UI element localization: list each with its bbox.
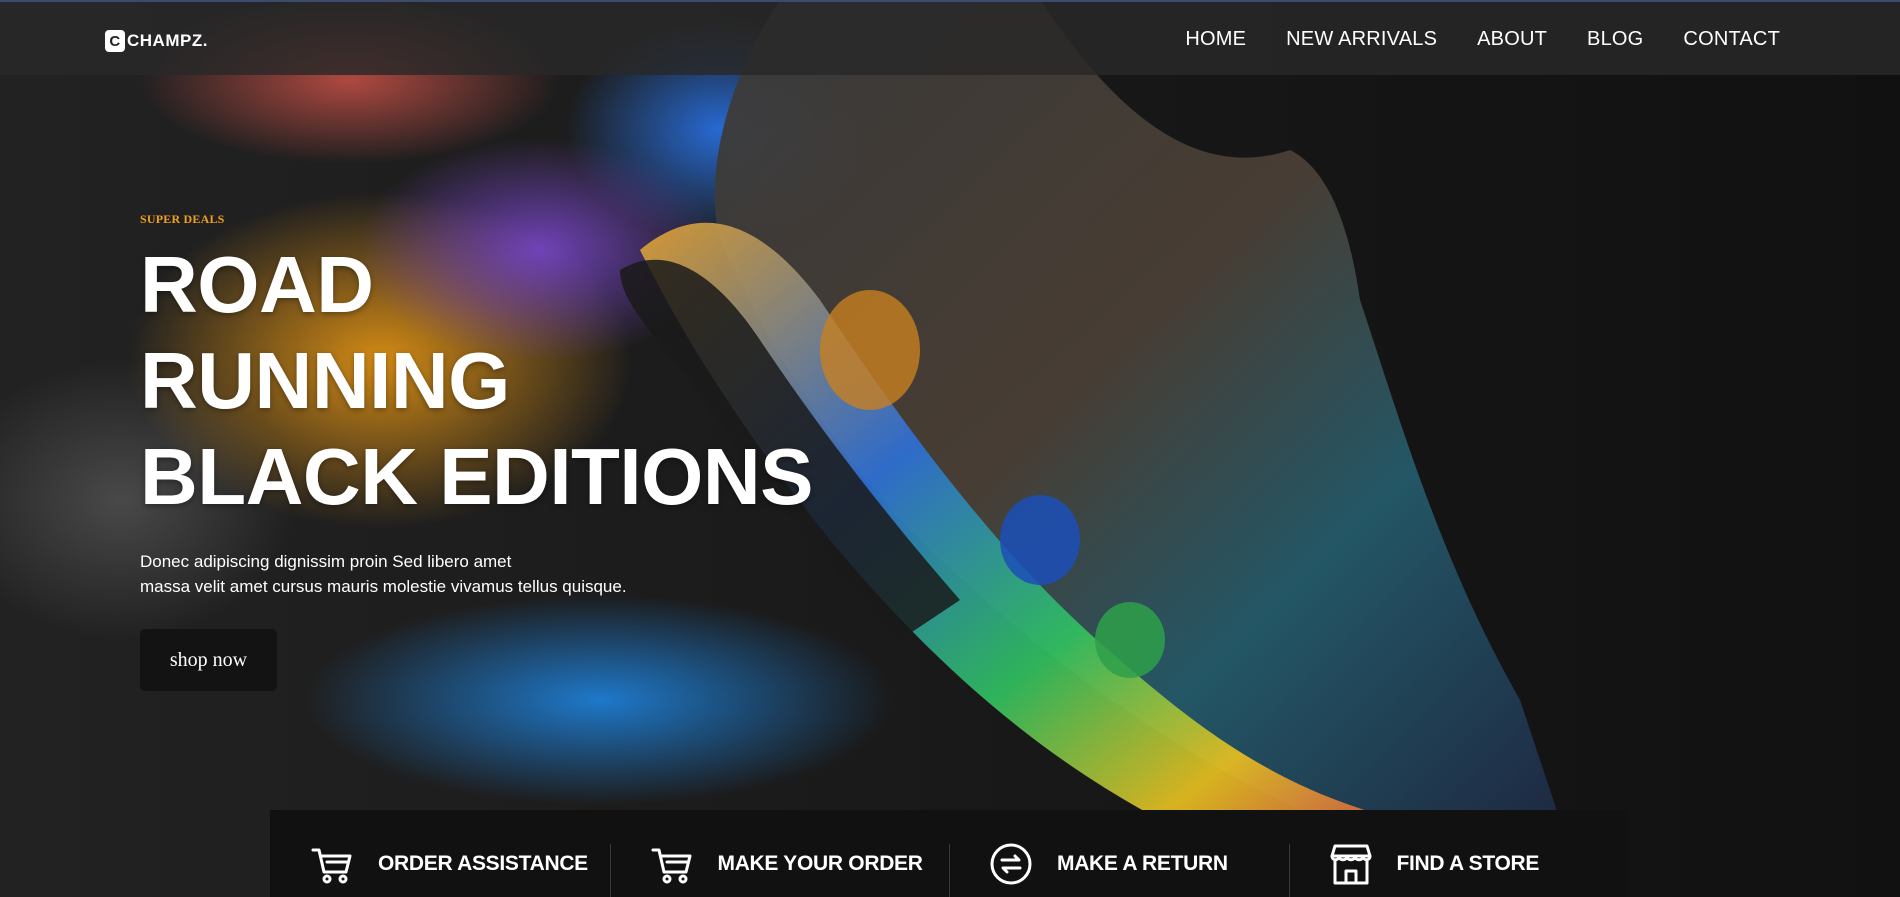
feature-label: MAKE YOUR ORDER [717,851,923,875]
description-line: massa velit amet cursus mauris molestie … [140,577,627,596]
feature-order-assistance[interactable]: ORDER ASSISTANCE [270,810,610,897]
feature-make-a-return[interactable]: MAKE A RETURN [949,810,1289,897]
headline-line: BLACK EDITIONS [140,432,814,521]
nav-new-arrivals[interactable]: NEW ARRIVALS [1286,28,1437,51]
nav-home[interactable]: HOME [1185,28,1246,51]
brand-name: CHAMPZ. [127,31,208,50]
description-line: Donec adipiscing dignissim proin Sed lib… [140,552,512,571]
feature-label: FIND A STORE [1396,851,1540,875]
exchange-icon [990,843,1032,884]
shop-now-button[interactable]: shop now [140,629,277,691]
hero-eyebrow: SUPER DEALS [140,212,225,226]
top-navigation-bar: C CHAMPZ. HOME NEW ARRIVALS ABOUT BLOG C… [0,0,1900,75]
hero-headline: ROAD RUNNING BLACK EDITIONS [140,237,814,525]
nav-blog[interactable]: BLOG [1587,28,1643,51]
feature-label: ORDER ASSISTANCE [378,851,588,875]
hero-description: Donec adipiscing dignissim proin Sed lib… [140,549,813,599]
nav-about[interactable]: ABOUT [1477,28,1547,51]
nav-contact[interactable]: CONTACT [1683,28,1780,51]
headline-line: ROAD [140,240,374,329]
feature-strip: ORDER ASSISTANCE MAKE YOUR ORDER MAKE A … [270,810,1628,897]
headline-line: RUNNING [140,336,510,425]
cart-icon [311,848,352,883]
logo-icon: C [105,30,125,52]
main-nav: HOME NEW ARRIVALS ABOUT BLOG CONTACT [1185,28,1780,51]
brand-logo[interactable]: C CHAMPZ. [105,30,208,52]
feature-find-a-store[interactable]: FIND A STORE [1288,810,1629,897]
feature-make-your-order[interactable]: MAKE YOUR ORDER [609,810,950,897]
cart-icon [651,848,691,883]
hero-copy: SUPER DEALS ROAD RUNNING BLACK EDITIONS … [140,212,814,599]
store-icon [1330,844,1371,884]
feature-label: MAKE A RETURN [1057,851,1228,875]
